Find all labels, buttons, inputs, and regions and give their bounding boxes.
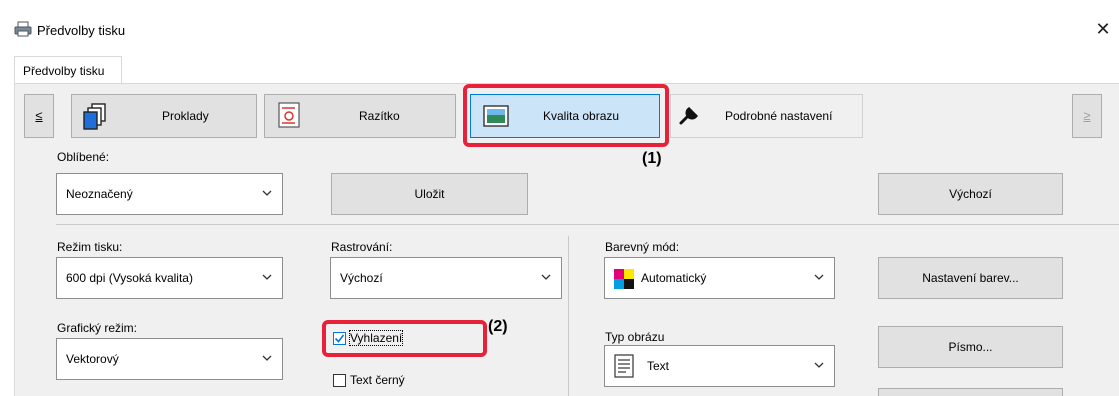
smoothing-checkbox[interactable] — [333, 332, 346, 345]
checkmark-icon — [334, 334, 345, 343]
rasterization-select[interactable]: Výchozí — [330, 257, 562, 299]
extra-button[interactable] — [878, 388, 1063, 396]
nav-item-label: Podrobné nastavení — [725, 109, 833, 123]
graphics-mode-select[interactable]: Vektorový — [56, 338, 283, 380]
rasterization-label: Rastrování: — [331, 240, 393, 254]
chevron-down-icon — [262, 355, 272, 361]
graphics-mode-value: Vektorový — [66, 352, 119, 366]
nav-item-label: Proklady — [162, 109, 209, 123]
favorites-label: Oblíbené: — [57, 150, 110, 164]
favorites-select[interactable]: Neoznačený — [56, 173, 283, 215]
text-document-icon — [614, 354, 634, 378]
color-settings-button[interactable]: Nastavení barev... — [878, 257, 1063, 299]
chevron-down-icon — [262, 274, 272, 280]
nav-prev-button[interactable]: ≤ — [24, 94, 54, 138]
tab-print-preferences[interactable]: Předvolby tisku — [14, 56, 122, 84]
rasterization-value: Výchozí — [340, 271, 383, 285]
chevron-down-icon — [541, 274, 551, 280]
print-mode-label: Režim tisku: — [57, 240, 123, 254]
image-type-label: Typ obrázu — [605, 330, 665, 344]
divider — [56, 224, 1119, 225]
callout-2-label: (2) — [488, 318, 508, 335]
nav-razitko-button[interactable]: Razítko — [264, 94, 456, 138]
save-favorite-button[interactable]: Uložit — [331, 173, 528, 215]
smoothing-label[interactable]: Vyhlazení — [348, 330, 404, 346]
window-title: Předvolby tisku — [37, 23, 126, 38]
color-mode-label: Barevný mód: — [605, 240, 680, 254]
nav-proklady-button[interactable]: Proklady — [71, 94, 257, 138]
print-mode-value: 600 dpi (Vysoká kvalita) — [66, 271, 193, 285]
callout-1-highlight — [463, 84, 669, 147]
nav-podrobne-nastaveni-button[interactable]: Podrobné nastavení — [670, 94, 863, 138]
image-type-value: Text — [647, 359, 670, 373]
favorites-value: Neoznačený — [66, 187, 133, 201]
stacked-pages-icon — [83, 103, 106, 130]
image-type-select[interactable]: Text — [604, 345, 835, 387]
divider — [568, 236, 569, 396]
title-bar: Předvolby tisku ✕ — [0, 0, 1119, 46]
printer-icon — [14, 21, 32, 37]
color-palette-icon — [614, 269, 634, 289]
nav-item-label: Razítko — [359, 109, 400, 123]
graphics-mode-label: Grafický režim: — [57, 321, 138, 335]
chevron-down-icon — [814, 362, 824, 368]
callout-2-highlight — [322, 320, 487, 357]
font-button[interactable]: Písmo... — [878, 326, 1063, 368]
close-button[interactable]: ✕ — [1093, 18, 1113, 40]
default-button[interactable]: Výchozí — [878, 173, 1063, 215]
chevron-down-icon — [262, 190, 272, 196]
print-mode-select[interactable]: 600 dpi (Vysoká kvalita) — [56, 257, 283, 299]
wrench-icon — [679, 107, 698, 125]
chevron-down-icon — [814, 274, 824, 280]
callout-1-label: (1) — [642, 150, 662, 167]
stamp-icon — [278, 102, 300, 128]
color-mode-value: Automatický — [641, 271, 707, 285]
nav-next-button[interactable]: ≥ — [1072, 94, 1102, 138]
text-black-checkbox[interactable] — [333, 374, 346, 387]
text-black-label[interactable]: Text černý — [350, 373, 405, 387]
color-mode-select[interactable]: Automatický — [604, 257, 835, 299]
